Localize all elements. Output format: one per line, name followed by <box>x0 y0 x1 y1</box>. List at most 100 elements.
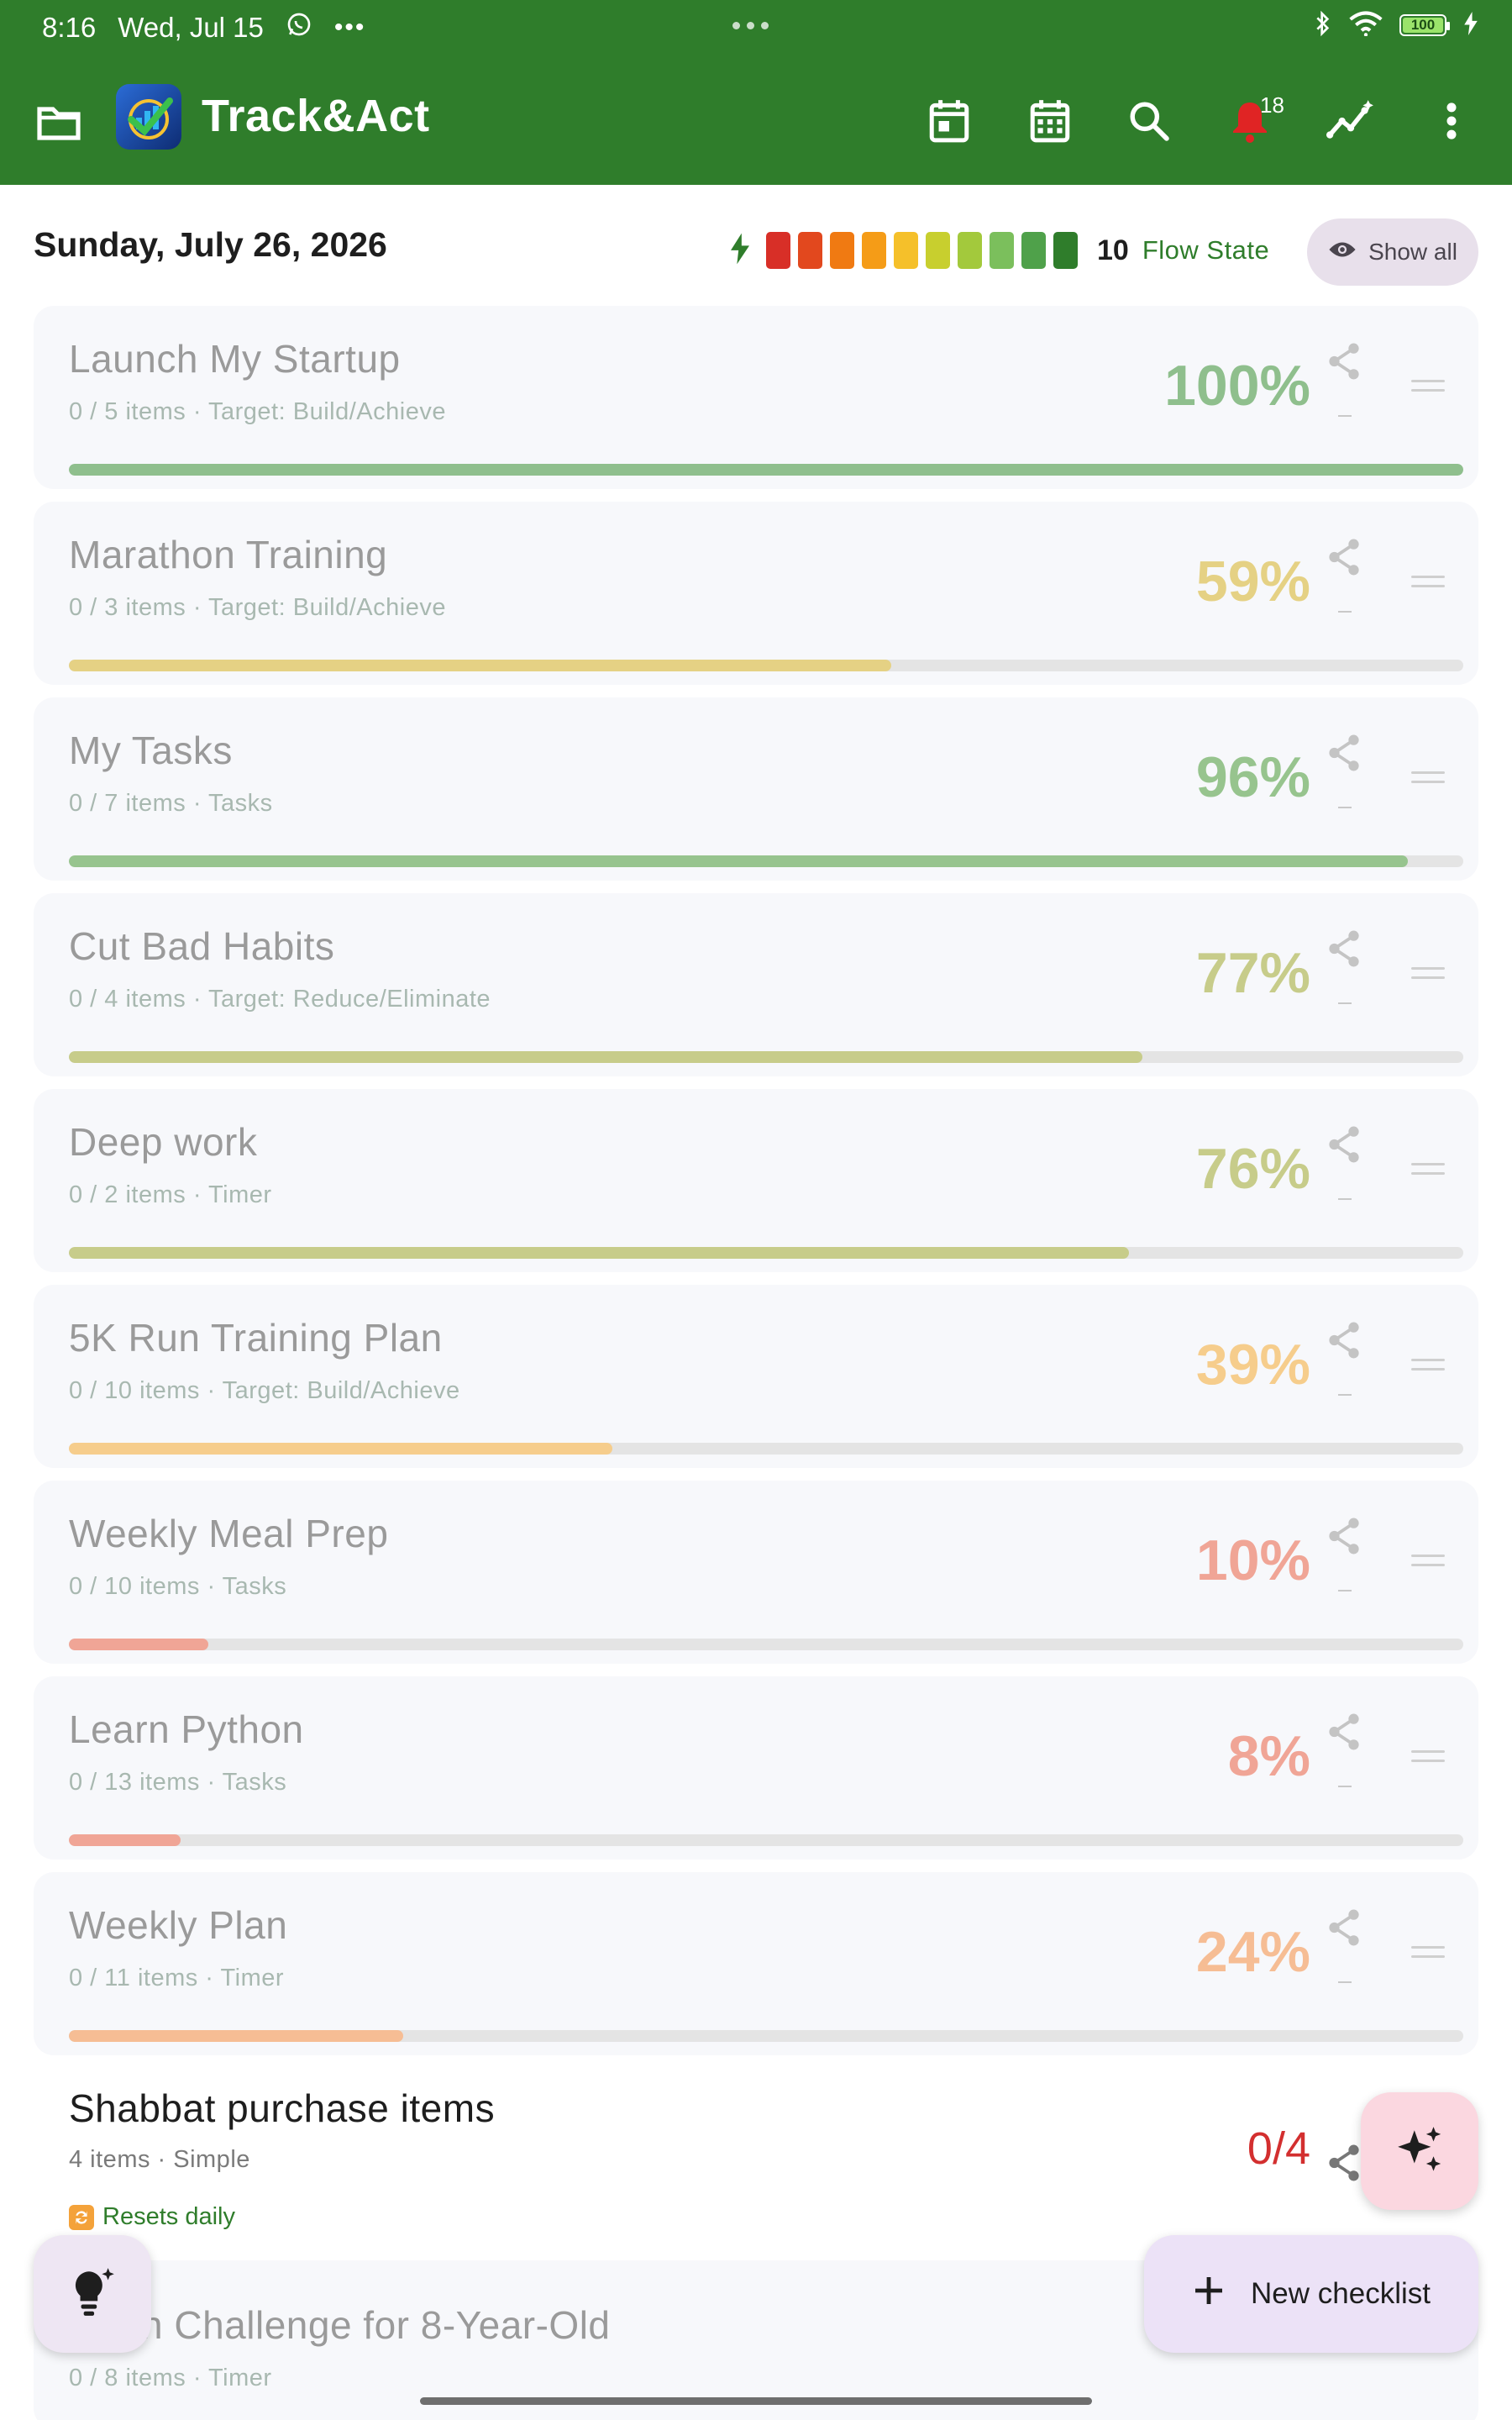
progress-track <box>69 1834 1463 1846</box>
progress-bar <box>69 1443 613 1455</box>
drag-handle-icon[interactable] <box>1411 1555 1445 1571</box>
share-icon[interactable] <box>1319 336 1369 387</box>
drag-handle-icon[interactable] <box>1411 967 1445 984</box>
drag-handle-icon[interactable] <box>1411 1750 1445 1767</box>
progress-bar <box>69 2030 404 2042</box>
checklist-card[interactable]: Launch My Startup 0 / 5 items · Target: B… <box>34 306 1478 489</box>
charging-bolt-icon <box>1463 11 1478 39</box>
show-all-button[interactable]: Show all <box>1307 218 1478 286</box>
flow-segment <box>990 232 1014 269</box>
search-icon[interactable] <box>1116 87 1183 155</box>
card-percent: 77% <box>1195 941 1310 1005</box>
flow-segment <box>862 232 886 269</box>
progress-bar <box>69 660 892 671</box>
card-percent: 24% <box>1195 1920 1310 1984</box>
drag-handle-icon[interactable] <box>1411 1163 1445 1180</box>
share-icon[interactable] <box>1319 1902 1369 1953</box>
progress-track <box>69 464 1463 476</box>
card-percent: 8% <box>1227 1724 1310 1788</box>
overflow-menu-icon[interactable] <box>1418 87 1485 155</box>
show-all-label: Show all <box>1368 239 1457 265</box>
share-icon[interactable] <box>1319 1707 1369 1757</box>
progress-track <box>69 855 1463 867</box>
app-title: Track&Act <box>202 91 430 141</box>
checklist-card[interactable]: Marathon Training 0 / 3 items · Target: B… <box>34 502 1478 685</box>
checklist-card[interactable]: Weekly Plan 0 / 11 items · Timer 24% <box>34 1872 1478 2055</box>
checklist-card[interactable]: Learn Python 0 / 13 items · Tasks 8% <box>34 1676 1478 1860</box>
share-icon[interactable] <box>1319 923 1369 974</box>
insights-icon[interactable] <box>1317 87 1384 155</box>
card-percent: 59% <box>1195 550 1310 613</box>
share-underline <box>1338 1786 1352 1787</box>
share-underline <box>1338 1394 1352 1396</box>
notifications-bell-icon[interactable]: 18 <box>1216 87 1284 155</box>
card-title: Weekly Plan <box>69 1903 288 1947</box>
plus-icon <box>1192 2274 1226 2315</box>
card-subtitle: 0 / 13 items · Tasks <box>69 1769 287 1796</box>
checklist-card[interactable]: Deep work 0 / 2 items · Timer 76% <box>34 1089 1478 1272</box>
checklist-card[interactable]: Cut Bad Habits 0 / 4 items · Target: Redu… <box>34 893 1478 1076</box>
calendar-today-icon[interactable] <box>916 87 983 155</box>
drag-handle-icon[interactable] <box>1411 1359 1445 1376</box>
flow-segment <box>1053 232 1078 269</box>
progress-track <box>69 1443 1463 1455</box>
drag-handle-icon[interactable] <box>1411 771 1445 788</box>
resets-daily-label: Resets daily <box>69 2203 235 2231</box>
drag-handle-icon[interactable] <box>1411 576 1445 592</box>
sparkle-icon <box>1394 2123 1446 2180</box>
flow-value: 10 <box>1097 234 1129 266</box>
app-bar: Track&Act 18 <box>0 55 1512 185</box>
drag-handle-icon[interactable] <box>1411 1946 1445 1963</box>
checklist-card[interactable]: My Tasks 0 / 7 items · Tasks 96% <box>34 697 1478 881</box>
flow-segment <box>798 232 822 269</box>
share-icon[interactable] <box>1319 728 1369 778</box>
progress-track <box>69 2030 1463 2042</box>
flow-label: Flow State <box>1142 235 1270 265</box>
card-subtitle: 0 / 10 items · Tasks <box>69 1573 287 1600</box>
pill-dots <box>732 0 769 50</box>
progress-bar <box>69 1247 1129 1259</box>
progress-bar <box>69 464 1463 476</box>
flow-state-meter[interactable]: 10 Flow State <box>731 232 1269 269</box>
battery-icon: 100 <box>1399 14 1450 36</box>
more-notifications-icon: ••• <box>333 13 366 41</box>
calendar-month-icon[interactable] <box>1016 87 1084 155</box>
card-title: Cut Bad Habits <box>69 924 335 968</box>
card-title: Shabbat purchase items <box>69 2086 496 2130</box>
share-icon[interactable] <box>1319 532 1369 582</box>
folder-icon[interactable] <box>32 96 86 150</box>
progress-bar <box>69 855 1408 867</box>
checklist-card-active[interactable]: Shabbat purchase items 4 items · Simple … <box>34 2069 1478 2245</box>
card-subtitle: 0 / 11 items · Timer <box>69 1965 285 1991</box>
share-icon[interactable] <box>1319 1315 1369 1365</box>
progress-track <box>69 1247 1463 1259</box>
share-icon[interactable] <box>1319 1511 1369 1561</box>
new-checklist-label: New checklist <box>1251 2277 1431 2310</box>
drag-handle-icon[interactable] <box>1411 380 1445 397</box>
checklist-card[interactable]: Weekly Meal Prep 0 / 10 items · Tasks 10% <box>34 1481 1478 1664</box>
new-checklist-button[interactable]: New checklist <box>1144 2235 1478 2353</box>
status-time: 8:16 <box>42 12 97 43</box>
card-title: Launch My Startup <box>69 337 401 381</box>
share-icon[interactable] <box>1319 1119 1369 1170</box>
status-bar: 8:16 Wed, Jul 15 ••• 100 <box>0 0 1512 55</box>
card-title: Weekly Meal Prep <box>69 1512 389 1555</box>
date-header: Sunday, July 26, 2026 10 Flow State Show… <box>0 185 1512 304</box>
flow-segment <box>926 232 950 269</box>
progress-track <box>69 660 1463 671</box>
notification-count: 18 <box>1260 92 1284 118</box>
ideas-button[interactable] <box>34 2235 151 2353</box>
flow-segment <box>830 232 854 269</box>
card-title: Deep work <box>69 1120 258 1164</box>
progress-track <box>69 1639 1463 1650</box>
checklist-card[interactable]: 5K Run Training Plan 0 / 10 items · Targe… <box>34 1285 1478 1468</box>
flow-segment <box>1021 232 1046 269</box>
card-title: Marathon Training <box>69 533 388 576</box>
card-subtitle: 0 / 3 items · Target: Build/Achieve <box>69 594 446 621</box>
progress-track <box>69 1051 1463 1063</box>
card-subtitle: 0 / 5 items · Target: Build/Achieve <box>69 398 446 425</box>
progress-bar <box>69 1639 208 1650</box>
ai-suggest-button[interactable] <box>1361 2092 1478 2210</box>
home-indicator[interactable] <box>420 2397 1092 2405</box>
card-count: 0/4 <box>1247 2123 1310 2174</box>
